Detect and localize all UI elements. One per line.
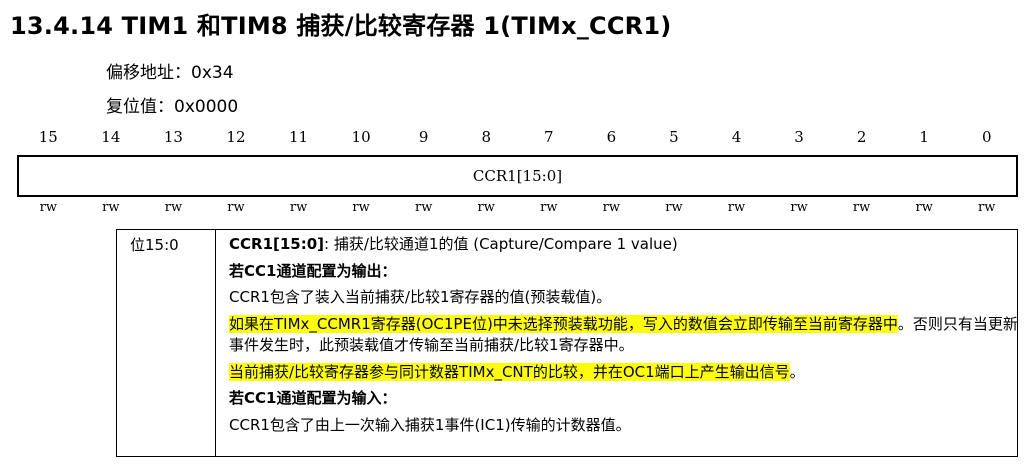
bit-number: 3	[794, 128, 804, 146]
output-line-3: 当前捕获/比较寄存器参与同计数器TIMx_CNT的比较，并在OC1端口上产生输出…	[229, 362, 805, 381]
bit-number: 13	[163, 128, 183, 146]
access-type: rw	[790, 200, 808, 215]
access-type: rw	[477, 200, 495, 215]
offset-address: 偏移地址：0x34	[106, 63, 234, 83]
access-type: rw	[227, 200, 245, 215]
access-type: rw	[915, 200, 933, 215]
input-line-1: CCR1包含了由上一次输入捕获1事件(IC1)传输的计数器值。	[229, 416, 631, 435]
access-type: rw	[727, 200, 746, 215]
access-type: rw	[978, 200, 996, 215]
highlighted-text: 如果在TIMx_CCMR1寄存器(OC1PE位)中未选择预装载功能，写入的数值会…	[229, 315, 898, 334]
bit-number: 9	[418, 128, 429, 146]
bit-number: 1	[919, 128, 929, 146]
description-text: CCR1[15:0]: 捕获/比较通道1的值 (Capture/Compare …	[229, 234, 1019, 442]
bit-numbers-row: 15 14 13 12 11 10 9 8 7 6 5 4 3 2 1 0	[17, 128, 1018, 150]
access-type: rw	[540, 200, 558, 215]
access-type: rw	[39, 200, 57, 215]
highlighted-text: 当前捕获/比较寄存器参与同计数器TIMx_CNT的比较，并在OC1端口上产生输出…	[229, 362, 790, 381]
bit-number: 14	[101, 128, 121, 146]
access-type: rw	[602, 200, 621, 215]
input-heading: 若CC1通道配置为输入：	[229, 389, 397, 408]
bits-column: 位15:0	[117, 230, 216, 456]
bit-number: 6	[606, 128, 617, 146]
bit-number: 10	[351, 128, 371, 146]
access-type: rw	[414, 200, 433, 215]
output-line-1: CCR1包含了装入当前捕获/比较1寄存器的值(预装载值)。	[229, 288, 612, 307]
bit-number: 8	[481, 128, 491, 146]
access-type: rw	[352, 200, 370, 215]
access-type: rw	[852, 200, 871, 215]
bit-number: 4	[731, 128, 742, 146]
reset-value: 复位值：0x0000	[106, 97, 239, 117]
register-field-name: CCR1[15:0]	[472, 167, 563, 185]
bit-number: 5	[669, 128, 679, 146]
bit-number: 2	[856, 128, 867, 146]
field-name: CCR1[15:0]	[229, 235, 325, 253]
access-type: rw	[102, 200, 120, 215]
bit-number: 0	[981, 128, 992, 146]
bit-number: 7	[544, 128, 554, 146]
field-summary: : 捕获/比较通道1的值 (Capture/Compare 1 value)	[324, 235, 678, 253]
access-type: rw	[665, 200, 683, 215]
bit-description-table: 位15:0 CCR1[15:0]: 捕获/比较通道1的值 (Capture/Co…	[116, 229, 1018, 457]
field-description: CCR1[15:0]: 捕获/比较通道1的值 (Capture/Compare …	[229, 234, 1019, 255]
bit-number: 12	[226, 128, 246, 146]
page-title: 13.4.14 TIM1 和TIM8 捕获/比较寄存器 1(TIMx_CCR1)	[10, 12, 672, 40]
bit-number: 11	[288, 128, 309, 146]
bits-label: 位15:0	[130, 236, 179, 254]
register-field-box: CCR1[15:0]	[17, 155, 1018, 197]
access-row: rw rw rw rw rw rw rw rw rw rw rw rw rw r…	[17, 200, 1018, 220]
access-type: rw	[289, 200, 308, 215]
access-type: rw	[164, 200, 183, 215]
output-line-2: 如果在TIMx_CCMR1寄存器(OC1PE位)中未选择预装载功能，写入的数值会…	[229, 315, 1018, 355]
bit-number: 15	[38, 128, 58, 146]
output-heading: 若CC1通道配置为输出：	[229, 261, 397, 280]
